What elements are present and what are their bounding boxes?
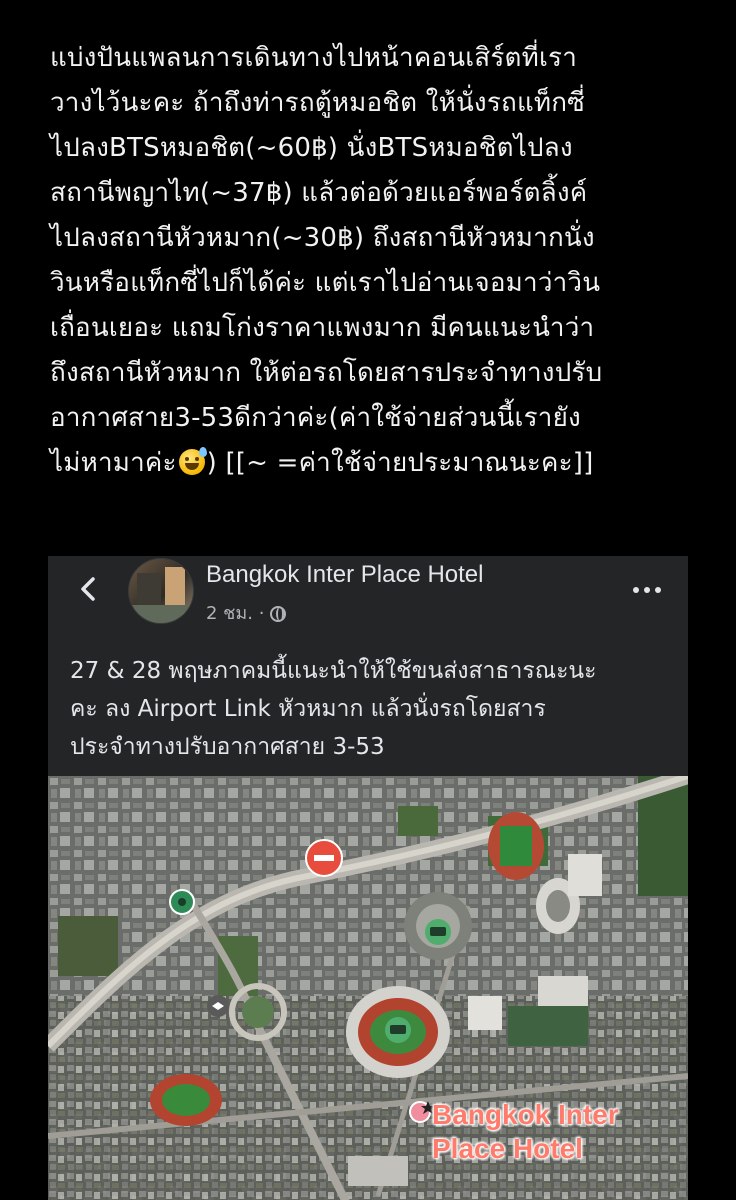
post-line: ประจำทางปรับอากาศสาย 3-53 <box>70 734 385 760</box>
tweet-line: วินหรือแท็กซี่ไปก็ได้ค่ะ แต่เราไปอ่านเจอ… <box>50 268 601 298</box>
tweet-line: ถึงสถานีหัวหมาก ให้ต่อรถโดยสารประจำทางปร… <box>50 358 603 388</box>
globe-icon <box>270 606 287 622</box>
page-name[interactable]: Bangkok Inter Place Hotel <box>206 561 484 589</box>
tweet-line: แบ่งปันแพลนการเดินทางไปหน้าคอนเสิร์ตที่เ… <box>50 43 577 73</box>
more-horizontal-icon[interactable] <box>632 576 662 596</box>
post-meta: 2 ชม. · <box>206 598 287 627</box>
tweet-line-start: ไม่หามาค่ะ <box>50 448 177 478</box>
post-time: 2 ชม. <box>206 603 253 624</box>
post-text: 27 & 28 พฤษภาคมนี้แนะนำให้ใช้ขนส่งสาธารณ… <box>70 652 680 766</box>
tweet-line: ไปลงสถานีหัวหมาก(~30฿) ถึงสถานีหัวหมากนั… <box>50 223 595 253</box>
satellite-map-image[interactable]: Bangkok Inter Place Hotel <box>48 776 688 1200</box>
tweet-line: ไปลงBTSหมอชิต(~60฿) นั่งBTSหมอชิตไปลง <box>50 133 573 163</box>
post-line: คะ ลง Airport Link หัวหมาก แล้วนั่งรถโดย… <box>70 696 546 722</box>
sweat-smile-emoji-icon <box>178 447 207 475</box>
tweet-text: แบ่งปันแพลนการเดินทางไปหน้าคอนเสิร์ตที่เ… <box>50 36 700 486</box>
post-header: Bangkok Inter Place Hotel 2 ชม. · <box>48 556 688 636</box>
tweet-line-last: ไม่หามาค่ะ ) [[~ =ค่าใช้จ่ายประมาณนะคะ]] <box>50 441 700 486</box>
chevron-left-icon[interactable] <box>74 574 104 604</box>
tweet-line: อากาศสาย3-53ดีกว่าค่ะ(ค่าใช้จ่ายส่วนนี้เ… <box>50 403 581 433</box>
map-label-line: Bangkok Inter <box>432 1099 619 1130</box>
post-line: 27 & 28 พฤษภาคมนี้แนะนำให้ใช้ขนส่งสาธารณ… <box>70 658 597 684</box>
map-label-line: Place Hotel <box>432 1133 583 1164</box>
tweet-line: วางไว้นะคะ ถ้าถึงท่ารถตู้หมอชิต ให้นั่งร… <box>50 88 586 118</box>
tweet-line: สถานีพญาไท(~37฿) แล้วต่อด้วยแอร์พอร์ตลิ้… <box>50 178 588 208</box>
tweet-line: เถื่อนเยอะ แถมโก่งราคาแพงมาก มีคนแนะนำว่… <box>50 313 595 343</box>
facebook-post-card: Bangkok Inter Place Hotel 2 ชม. · 27 & 2… <box>48 556 688 1200</box>
meta-separator: · <box>258 603 265 624</box>
avatar[interactable] <box>128 558 194 624</box>
map-hotel-label: Bangkok Inter Place Hotel <box>432 1098 619 1166</box>
tweet-line-end: ) [[~ =ค่าใช้จ่ายประมาณนะคะ]] <box>206 448 594 478</box>
